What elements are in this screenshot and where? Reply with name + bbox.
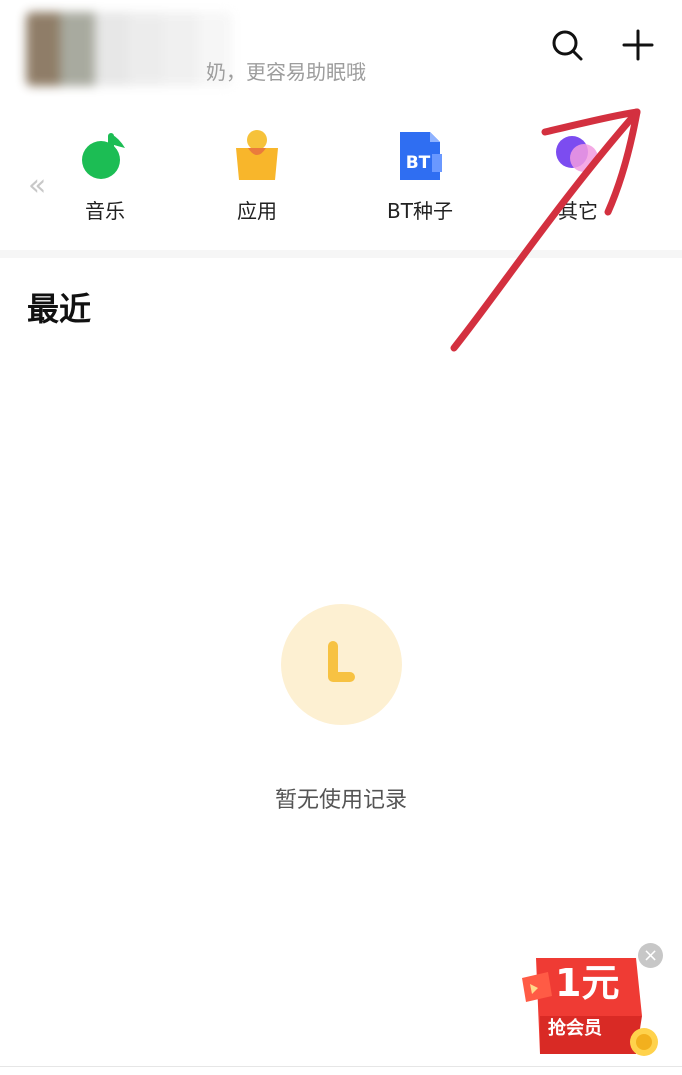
shopping-bag-icon bbox=[236, 130, 278, 180]
category-label: 音乐 bbox=[85, 199, 125, 223]
category-label: 其它 bbox=[558, 199, 598, 223]
empty-state-illustration bbox=[281, 604, 402, 725]
promo-price-text: 1元 bbox=[555, 961, 620, 1005]
header-tip-text: 奶，更容易助眠哦 bbox=[206, 60, 366, 84]
empty-state-text: 暂无使用记录 bbox=[274, 788, 407, 813]
category-bt-torrent[interactable]: BT BT种子 bbox=[365, 128, 475, 228]
search-button[interactable] bbox=[545, 23, 589, 67]
bottom-bar-edge bbox=[0, 1066, 682, 1067]
other-circles-icon bbox=[556, 136, 598, 172]
promo-badge[interactable]: 1元 抢会员 bbox=[518, 950, 658, 1062]
blurred-avatar-and-name[interactable] bbox=[26, 12, 232, 86]
close-icon: × bbox=[642, 945, 659, 966]
category-other[interactable]: 其它 bbox=[523, 128, 633, 228]
recent-section-title: 最近 bbox=[27, 290, 92, 328]
promo-sub-text: 抢会员 bbox=[548, 1018, 602, 1039]
category-label: 应用 bbox=[237, 199, 277, 223]
music-note-icon bbox=[82, 133, 125, 179]
add-button[interactable] bbox=[616, 23, 660, 67]
bt-file-icon: BT bbox=[400, 132, 442, 180]
svg-text:BT: BT bbox=[406, 153, 431, 173]
promo-close-button[interactable]: × bbox=[638, 943, 663, 968]
category-music[interactable]: 音乐 bbox=[50, 128, 160, 228]
clock-icon bbox=[328, 641, 355, 682]
category-label: BT种子 bbox=[387, 199, 453, 223]
category-apps[interactable]: 应用 bbox=[202, 128, 312, 228]
search-icon bbox=[552, 30, 583, 61]
plus-icon bbox=[622, 29, 654, 61]
section-divider bbox=[0, 250, 682, 258]
scroll-back-arrows-icon[interactable]: « bbox=[28, 168, 47, 203]
